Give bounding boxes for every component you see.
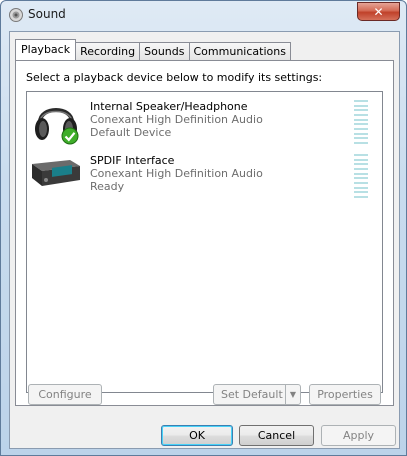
instructions-text: Select a playback device below to modify… [26,71,323,84]
device-status: Default Device [90,126,172,139]
spdif-device-icon [32,160,80,186]
tab-recording[interactable]: Recording [75,42,141,60]
window-title: Sound [28,7,66,21]
set-default-label: Set Default [221,388,283,401]
dialog-client-area: Playback Recording Sounds Communications… [9,31,400,449]
sound-dialog-window: Sound ✕ Playback Recording Sounds Commun… [0,0,407,456]
sound-app-icon [9,8,23,22]
ok-button[interactable]: OK [161,425,233,446]
playback-tab-panel: Select a playback device below to modify… [15,60,394,406]
device-name: Internal Speaker/Headphone [90,100,248,113]
properties-button[interactable]: Properties [309,384,381,405]
cancel-button[interactable]: Cancel [239,425,314,446]
headphones-icon [35,108,79,145]
tab-sounds[interactable]: Sounds [139,42,190,60]
device-name: SPDIF Interface [90,154,175,167]
configure-button[interactable]: Configure [28,384,102,405]
default-device-check-icon [61,127,79,145]
set-default-button[interactable]: Set Default ▼ [213,384,301,405]
playback-device-list[interactable]: Internal Speaker/Headphone Conexant High… [26,91,383,393]
level-meter [354,100,368,144]
device-driver: Conexant High Definition Audio [90,167,263,180]
device-text: Internal Speaker/Headphone Conexant High… [90,100,263,139]
tab-communications[interactable]: Communications [188,42,291,60]
device-item-internal-speaker[interactable]: Internal Speaker/Headphone Conexant High… [27,92,382,145]
tab-strip: Playback Recording Sounds Communications [15,39,291,61]
close-button[interactable]: ✕ [357,2,400,21]
device-driver: Conexant High Definition Audio [90,113,263,126]
level-meter [354,154,368,198]
device-status: Ready [90,180,125,193]
tab-playback[interactable]: Playback [15,39,77,60]
close-icon: ✕ [373,4,384,19]
device-item-spdif[interactable]: SPDIF Interface Conexant High Definition… [27,146,382,198]
title-bar[interactable]: Sound ✕ [1,1,406,29]
chevron-down-icon[interactable]: ▼ [285,385,300,404]
apply-button[interactable]: Apply [321,425,396,446]
device-text: SPDIF Interface Conexant High Definition… [90,154,263,193]
